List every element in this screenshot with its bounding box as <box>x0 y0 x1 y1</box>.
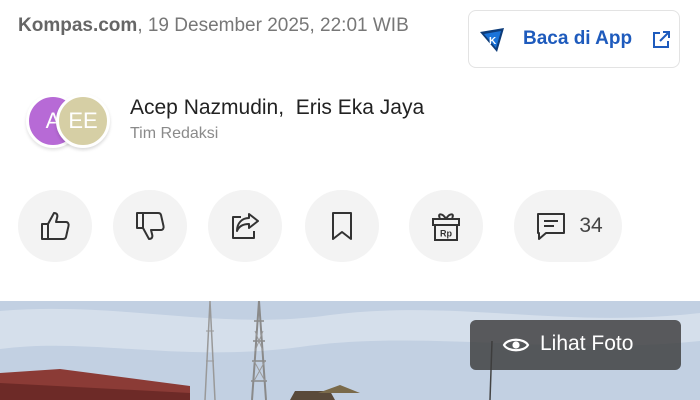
open-in-app-button[interactable]: K Baca di App <box>468 10 680 68</box>
author-team: Tim Redaksi <box>130 125 219 142</box>
author-names[interactable]: Acep Nazmudin, Eris Eka Jaya <box>130 96 424 120</box>
logo-letter: K <box>489 36 497 47</box>
view-photo-label: Lihat Foto <box>540 332 634 355</box>
like-button[interactable] <box>18 190 92 262</box>
kompas-logo-icon: K <box>480 28 504 52</box>
gift-button[interactable]: Rp <box>409 190 483 262</box>
bookmark-icon <box>332 212 352 240</box>
dislike-button[interactable] <box>113 190 187 262</box>
gift-rp-text: Rp <box>440 229 452 239</box>
bookmark-button[interactable] <box>305 190 379 262</box>
eye-icon <box>502 338 530 352</box>
source-name: Kompas.com <box>18 15 138 36</box>
view-photo-button[interactable]: Lihat Foto <box>470 320 681 370</box>
external-link-icon <box>653 31 670 48</box>
thumbs-down-icon <box>136 212 165 240</box>
comment-button[interactable]: 34 <box>514 190 622 262</box>
avatar[interactable]: EE <box>56 94 110 148</box>
open-in-app-label: Baca di App <box>523 28 633 49</box>
share-button[interactable] <box>208 190 282 262</box>
gift-icon: Rp <box>432 213 460 241</box>
comment-icon <box>537 213 566 240</box>
comment-count: 34 <box>579 214 603 237</box>
article-meta: Kompas.com, 19 Desember 2025, 22:01 WIB <box>18 12 438 40</box>
publish-datetime: , 19 Desember 2025, 22:01 WIB <box>137 15 409 36</box>
author-avatars[interactable]: A EE <box>26 94 118 152</box>
thumbs-up-icon <box>41 212 70 240</box>
share-icon <box>232 213 259 239</box>
